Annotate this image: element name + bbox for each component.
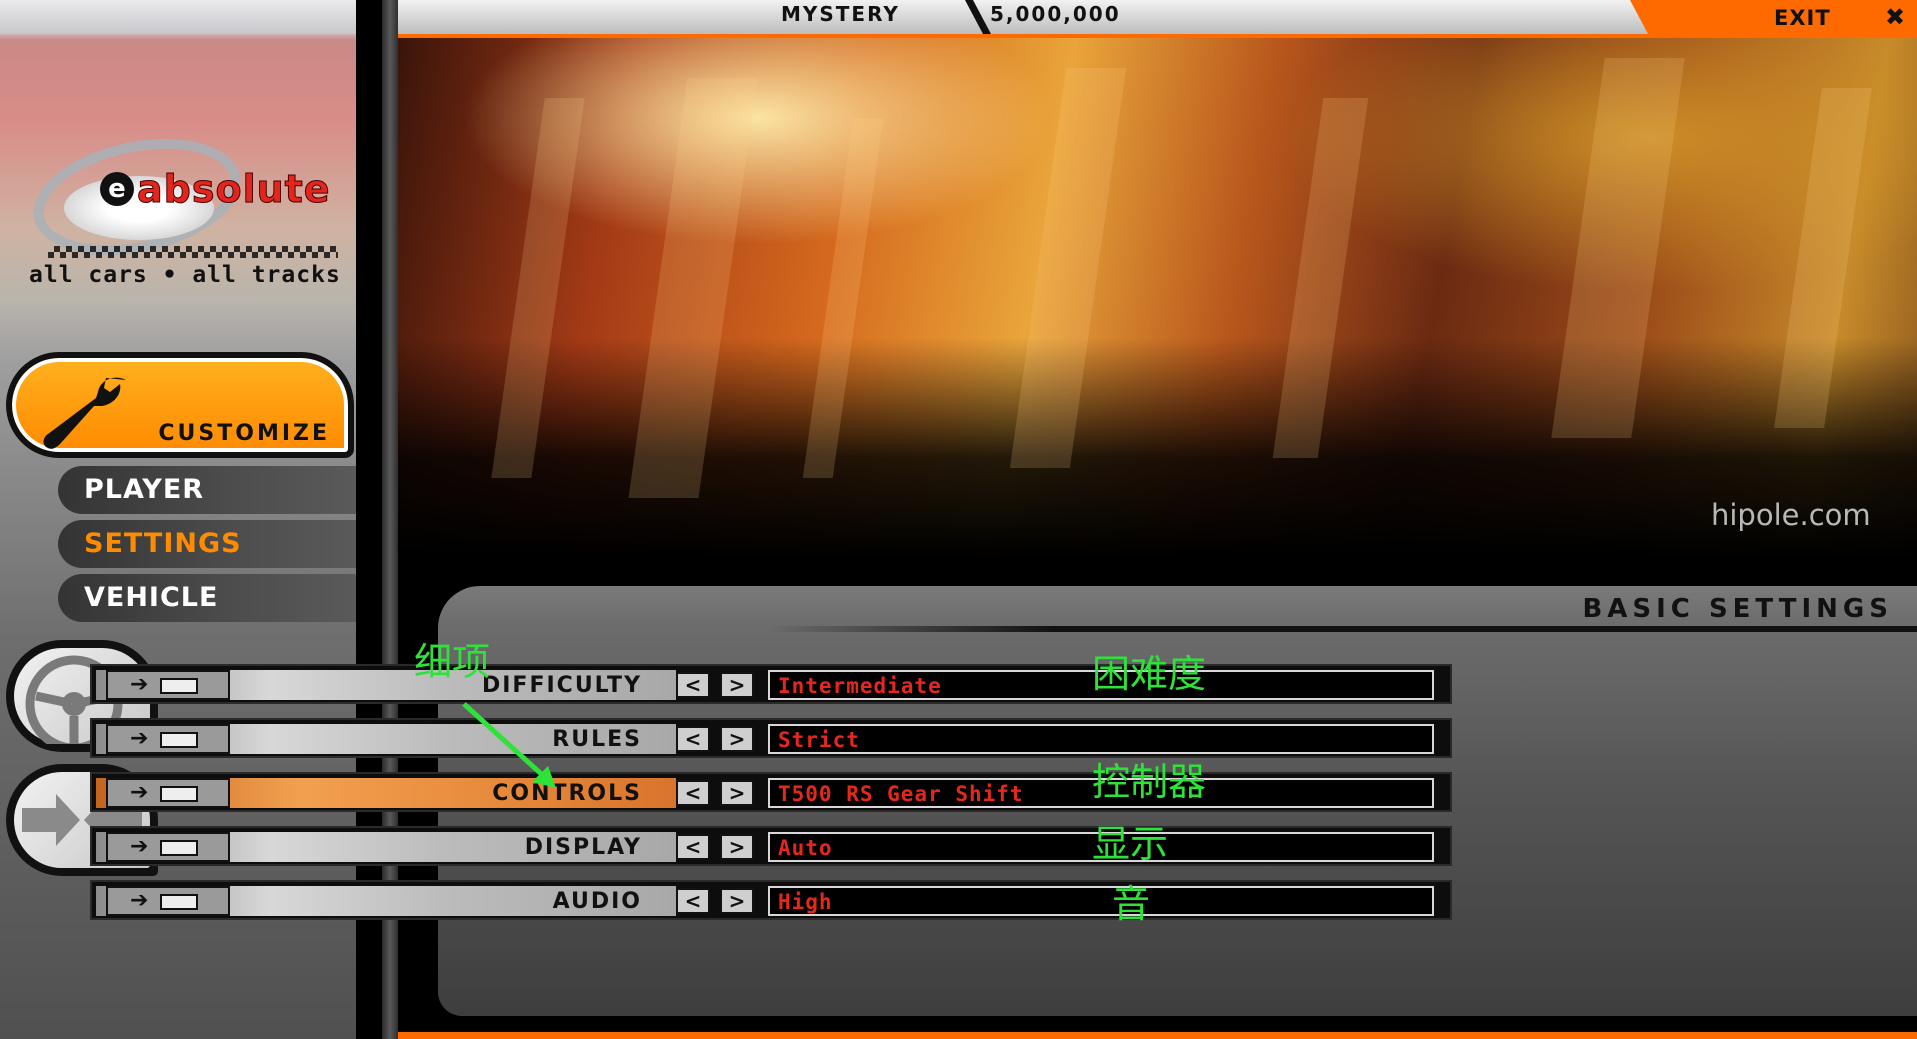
- exit-icon[interactable]: ✖: [1882, 4, 1908, 30]
- nav-item-player[interactable]: PLAYER: [58, 466, 356, 514]
- light-streak: [802, 118, 884, 478]
- row-select-button[interactable]: ➔: [106, 886, 230, 916]
- light-streak: [491, 98, 585, 478]
- arrow-right-icon: ➔: [130, 672, 149, 697]
- prev-value-button[interactable]: <: [676, 780, 710, 806]
- row-note: 显示: [1092, 822, 1169, 866]
- box-icon: [160, 894, 198, 910]
- box-icon: [160, 732, 198, 748]
- arrow-right-icon: ➔: [130, 726, 149, 751]
- row-value: High: [768, 886, 1434, 916]
- checkered-flag-strip: [48, 246, 338, 258]
- bottom-accent-bar: [398, 1032, 1917, 1039]
- row-note: 困难度: [1092, 652, 1207, 696]
- light-streak: [628, 78, 758, 498]
- row-select-button[interactable]: ➔: [106, 724, 230, 754]
- top-bar: MYSTERY 5,000,000 EXIT ✖: [398, 0, 1917, 38]
- watermark: hipole.com: [1711, 498, 1871, 532]
- arrow-right-icon: ➔: [130, 780, 149, 805]
- box-icon: [160, 840, 198, 856]
- next-value-button[interactable]: >: [720, 726, 754, 752]
- row-value-text: Strict: [778, 728, 860, 752]
- game-mode-label: MYSTERY: [781, 2, 900, 26]
- sidebar-topbar: [0, 0, 356, 34]
- next-value-button[interactable]: >: [720, 834, 754, 860]
- next-value-button[interactable]: >: [720, 888, 754, 914]
- setting-row-difficulty[interactable]: ➔ DIFFICULTY < > Intermediate 困难度: [90, 652, 1452, 704]
- row-value-text: High: [778, 890, 833, 914]
- row-select-button[interactable]: ➔: [106, 670, 230, 700]
- row-select-button[interactable]: ➔: [106, 778, 230, 808]
- game-logo: e absolute all cars • all tracks: [22, 121, 352, 288]
- logo-tagline: all cars • all tracks: [29, 262, 341, 288]
- row-label: DISPLAY: [524, 835, 642, 860]
- prev-value-button[interactable]: <: [676, 672, 710, 698]
- row-value-text: T500 RS Gear Shift: [778, 782, 1024, 806]
- nav-item-label: VEHICLE: [84, 582, 219, 613]
- nav-item-label: PLAYER: [84, 474, 205, 505]
- nav-item-settings[interactable]: SETTINGS: [58, 520, 356, 568]
- panel-title-underline: [768, 626, 1917, 632]
- next-value-button[interactable]: >: [720, 780, 754, 806]
- light-streak: [1774, 88, 1872, 428]
- panel-title: BASIC SETTINGS: [1582, 594, 1893, 624]
- setting-row-display[interactable]: ➔ DISPLAY < > Auto 显示: [90, 822, 1452, 866]
- arrow-right-icon: ➔: [130, 834, 149, 859]
- setting-row-audio[interactable]: ➔ AUDIO < > High 音: [90, 880, 1452, 926]
- light-streak: [1272, 98, 1369, 458]
- setting-row-rules[interactable]: ➔ RULES < > Strict: [90, 718, 1452, 758]
- arrow-right-icon: ➔: [130, 888, 149, 913]
- row-value: Strict: [768, 724, 1434, 754]
- row-label: DIFFICULTY: [481, 673, 642, 698]
- box-icon: [160, 678, 198, 694]
- logo-text: absolute: [137, 167, 331, 212]
- wrench-icon: [43, 377, 126, 449]
- row-value-text: Intermediate: [778, 674, 942, 698]
- nav-item-vehicle[interactable]: VEHICLE: [58, 574, 356, 622]
- exit-button[interactable]: EXIT: [1774, 6, 1831, 30]
- nav-item-label: SETTINGS: [84, 528, 242, 559]
- money-display: 5,000,000: [990, 2, 1121, 26]
- box-icon: [160, 786, 198, 802]
- annotation-detail-label: 细项: [414, 640, 491, 684]
- light-streak: [1009, 68, 1127, 468]
- customize-button[interactable]: CUSTOMIZE: [6, 352, 354, 458]
- next-value-button[interactable]: >: [720, 672, 754, 698]
- prev-value-button[interactable]: <: [676, 726, 710, 752]
- row-value-text: Auto: [778, 836, 833, 860]
- prev-value-button[interactable]: <: [676, 834, 710, 860]
- row-note: 控制器: [1092, 760, 1207, 804]
- light-streak: [1551, 58, 1685, 438]
- logo-badge-icon: e: [100, 172, 134, 206]
- row-select-button[interactable]: ➔: [106, 832, 230, 862]
- row-note: 音: [1112, 882, 1151, 926]
- row-label: AUDIO: [552, 889, 642, 914]
- annotation-arrow-icon: [462, 702, 556, 788]
- customize-label: CUSTOMIZE: [158, 421, 330, 446]
- prev-value-button[interactable]: <: [676, 888, 710, 914]
- setting-row-controls[interactable]: ➔ CONTROLS < > T500 RS Gear Shift 控制器: [90, 760, 1452, 812]
